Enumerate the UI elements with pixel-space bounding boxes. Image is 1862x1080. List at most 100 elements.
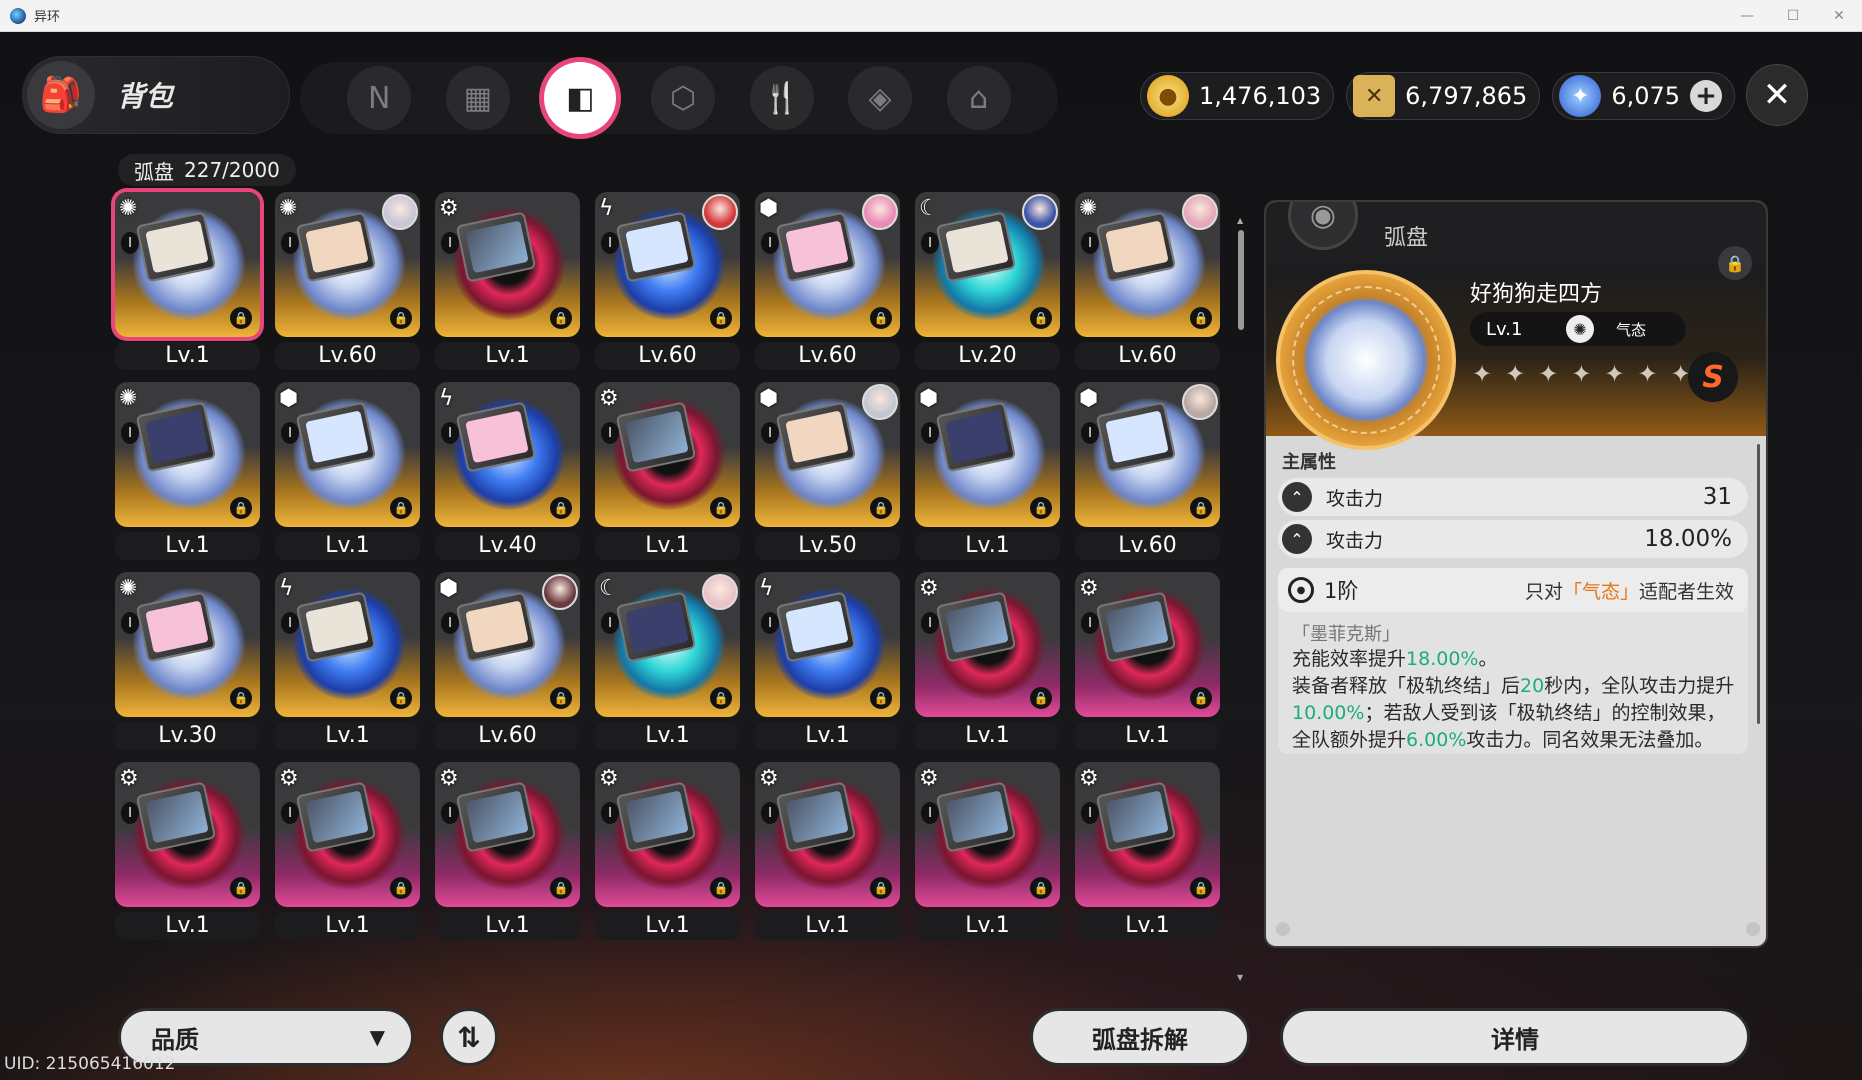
disc-item[interactable]: ✺ I 🔒 Lv.60 bbox=[1075, 192, 1220, 372]
disc-item[interactable]: ⚙ I 🔒 Lv.1 bbox=[595, 762, 740, 942]
disc-card[interactable]: ⚙ I 🔒 bbox=[1075, 572, 1220, 717]
lock-icon[interactable]: 🔒 bbox=[550, 497, 572, 519]
lock-icon[interactable]: 🔒 bbox=[710, 687, 732, 709]
lock-icon[interactable]: 🔒 bbox=[550, 307, 572, 329]
lock-icon[interactable]: 🔒 bbox=[870, 307, 892, 329]
disc-card[interactable]: ⬢ I 🔒 bbox=[275, 382, 420, 527]
dismantle-button[interactable]: 弧盘拆解 bbox=[1030, 1008, 1250, 1066]
disc-item[interactable]: ⚙ I 🔒 Lv.1 bbox=[435, 192, 580, 372]
disc-card[interactable]: ⚙ I 🔒 bbox=[115, 762, 260, 907]
disc-item[interactable]: ⬢ I 🔒 Lv.50 bbox=[755, 382, 900, 562]
disc-card[interactable]: ✺ I 🔒 bbox=[115, 192, 260, 337]
disc-card[interactable]: ϟ I 🔒 bbox=[435, 382, 580, 527]
scroll-down-icon[interactable]: ▼ bbox=[1237, 973, 1243, 982]
disc-item[interactable]: ϟ I 🔒 Lv.1 bbox=[755, 572, 900, 752]
lock-icon[interactable]: 🔒 bbox=[710, 877, 732, 899]
sort-button[interactable]: ⇅ bbox=[440, 1008, 498, 1066]
disc-item[interactable]: ⚙ I 🔒 Lv.1 bbox=[1075, 572, 1220, 752]
disc-card[interactable]: ⬢ I 🔒 bbox=[1075, 382, 1220, 527]
tab-disc[interactable]: ◧ bbox=[544, 62, 617, 134]
lock-icon[interactable]: 🔒 bbox=[390, 497, 412, 519]
details-button[interactable]: 详情 bbox=[1280, 1008, 1750, 1066]
lock-icon[interactable]: 🔒 bbox=[1030, 877, 1052, 899]
disc-card[interactable]: ⬢ I 🔒 bbox=[755, 382, 900, 527]
detail-lock-button[interactable]: 🔒 bbox=[1718, 246, 1752, 280]
lock-icon[interactable]: 🔒 bbox=[1190, 687, 1212, 709]
disc-card[interactable]: ⚙ I 🔒 bbox=[435, 762, 580, 907]
disc-card[interactable]: ⚙ I 🔒 bbox=[275, 762, 420, 907]
lock-icon[interactable]: 🔒 bbox=[390, 877, 412, 899]
disc-item[interactable]: ⚙ I 🔒 Lv.1 bbox=[115, 762, 260, 942]
lock-icon[interactable]: 🔒 bbox=[1030, 307, 1052, 329]
grid-scroll-thumb[interactable] bbox=[1238, 230, 1244, 330]
lock-icon[interactable]: 🔒 bbox=[550, 877, 572, 899]
disc-item[interactable]: ⚙ I 🔒 Lv.1 bbox=[915, 572, 1060, 752]
detail-scrollbar[interactable] bbox=[1754, 436, 1762, 732]
lock-icon[interactable]: 🔒 bbox=[230, 307, 252, 329]
disc-item[interactable]: ⚙ I 🔒 Lv.1 bbox=[1075, 762, 1220, 942]
disc-card[interactable]: ⚙ I 🔒 bbox=[595, 382, 740, 527]
tab-cube[interactable]: ⬡ bbox=[650, 66, 715, 130]
disc-card[interactable]: ⚙ I 🔒 bbox=[595, 762, 740, 907]
disc-card[interactable]: ⚙ I 🔒 bbox=[755, 762, 900, 907]
disc-card[interactable]: ✺ I 🔒 bbox=[115, 382, 260, 527]
disc-item[interactable]: ✺ I 🔒 Lv.1 bbox=[115, 192, 260, 372]
tab-n-logo[interactable]: N bbox=[347, 66, 412, 130]
disc-item[interactable]: ⬢ I 🔒 Lv.60 bbox=[1075, 382, 1220, 562]
disc-item[interactable]: ϟ I 🔒 Lv.1 bbox=[275, 572, 420, 752]
disc-card[interactable]: ⚙ I 🔒 bbox=[1075, 762, 1220, 907]
disc-item[interactable]: ☾ I 🔒 Lv.1 bbox=[595, 572, 740, 752]
minimize-button[interactable]: — bbox=[1724, 0, 1770, 32]
lock-icon[interactable]: 🔒 bbox=[1030, 687, 1052, 709]
disc-item[interactable]: ⚙ I 🔒 Lv.1 bbox=[755, 762, 900, 942]
lock-icon[interactable]: 🔒 bbox=[870, 497, 892, 519]
disc-item[interactable]: ⚙ I 🔒 Lv.1 bbox=[915, 762, 1060, 942]
close-window-button[interactable]: ✕ bbox=[1816, 0, 1862, 32]
disc-item[interactable]: ⬢ I 🔒 Lv.1 bbox=[915, 382, 1060, 562]
lock-icon[interactable]: 🔒 bbox=[870, 687, 892, 709]
disc-card[interactable]: ⚙ I 🔒 bbox=[915, 762, 1060, 907]
disc-card[interactable]: ⬢ I 🔒 bbox=[755, 192, 900, 337]
grid-scrollbar[interactable]: ▲ ▼ bbox=[1237, 216, 1245, 982]
tab-home[interactable]: ⌂ bbox=[946, 66, 1011, 130]
disc-item[interactable]: ϟ I 🔒 Lv.60 bbox=[595, 192, 740, 372]
disc-card[interactable]: ✺ I 🔒 bbox=[115, 572, 260, 717]
disc-item[interactable]: ⚙ I 🔒 Lv.1 bbox=[275, 762, 420, 942]
disc-card[interactable]: ϟ I 🔒 bbox=[595, 192, 740, 337]
disc-item[interactable]: ⚙ I 🔒 Lv.1 bbox=[595, 382, 740, 562]
disc-card[interactable]: ⚙ I 🔒 bbox=[915, 572, 1060, 717]
disc-item[interactable]: ⬢ I 🔒 Lv.60 bbox=[435, 572, 580, 752]
disc-item[interactable]: ⬢ I 🔒 Lv.1 bbox=[275, 382, 420, 562]
detail-scroll-track[interactable] bbox=[1757, 444, 1760, 724]
disc-card[interactable]: ϟ I 🔒 bbox=[755, 572, 900, 717]
lock-icon[interactable]: 🔒 bbox=[390, 687, 412, 709]
lock-icon[interactable]: 🔒 bbox=[1030, 497, 1052, 519]
add-crystal-button[interactable]: + bbox=[1690, 80, 1723, 112]
disc-card[interactable]: ⚙ I 🔒 bbox=[435, 192, 580, 337]
disc-card[interactable]: ☾ I 🔒 bbox=[595, 572, 740, 717]
disc-item[interactable]: ⬢ I 🔒 Lv.60 bbox=[755, 192, 900, 372]
maximize-button[interactable]: ☐ bbox=[1770, 0, 1816, 32]
disc-card[interactable]: ☾ I 🔒 bbox=[915, 192, 1060, 337]
lock-icon[interactable]: 🔒 bbox=[550, 687, 572, 709]
lock-icon[interactable]: 🔒 bbox=[1190, 307, 1212, 329]
lock-icon[interactable]: 🔒 bbox=[710, 307, 732, 329]
lock-icon[interactable]: 🔒 bbox=[1190, 877, 1212, 899]
disc-item[interactable]: ⚙ I 🔒 Lv.1 bbox=[435, 762, 580, 942]
scroll-up-icon[interactable]: ▲ bbox=[1237, 216, 1243, 225]
ticket-currency[interactable]: ✕ 6,797,865 bbox=[1346, 72, 1541, 120]
disc-item[interactable]: ✺ I 🔒 Lv.1 bbox=[115, 382, 260, 562]
lock-icon[interactable]: 🔒 bbox=[390, 307, 412, 329]
disc-item[interactable]: ☾ I 🔒 Lv.20 bbox=[915, 192, 1060, 372]
gold-coin-currency[interactable]: ● 1,476,103 bbox=[1140, 72, 1335, 120]
lock-icon[interactable]: 🔒 bbox=[710, 497, 732, 519]
lock-icon[interactable]: 🔒 bbox=[230, 877, 252, 899]
disc-item[interactable]: ϟ I 🔒 Lv.40 bbox=[435, 382, 580, 562]
disc-item[interactable]: ✺ I 🔒 Lv.30 bbox=[115, 572, 260, 752]
disc-card[interactable]: ⬢ I 🔒 bbox=[435, 572, 580, 717]
close-button[interactable]: ✕ bbox=[1746, 64, 1808, 126]
tab-fork-knife[interactable]: 🍴 bbox=[749, 66, 814, 130]
disc-card[interactable]: ⬢ I 🔒 bbox=[915, 382, 1060, 527]
crystal-currency[interactable]: ✦ 6,075 + bbox=[1552, 72, 1736, 120]
tab-box[interactable]: ◈ bbox=[848, 66, 913, 130]
